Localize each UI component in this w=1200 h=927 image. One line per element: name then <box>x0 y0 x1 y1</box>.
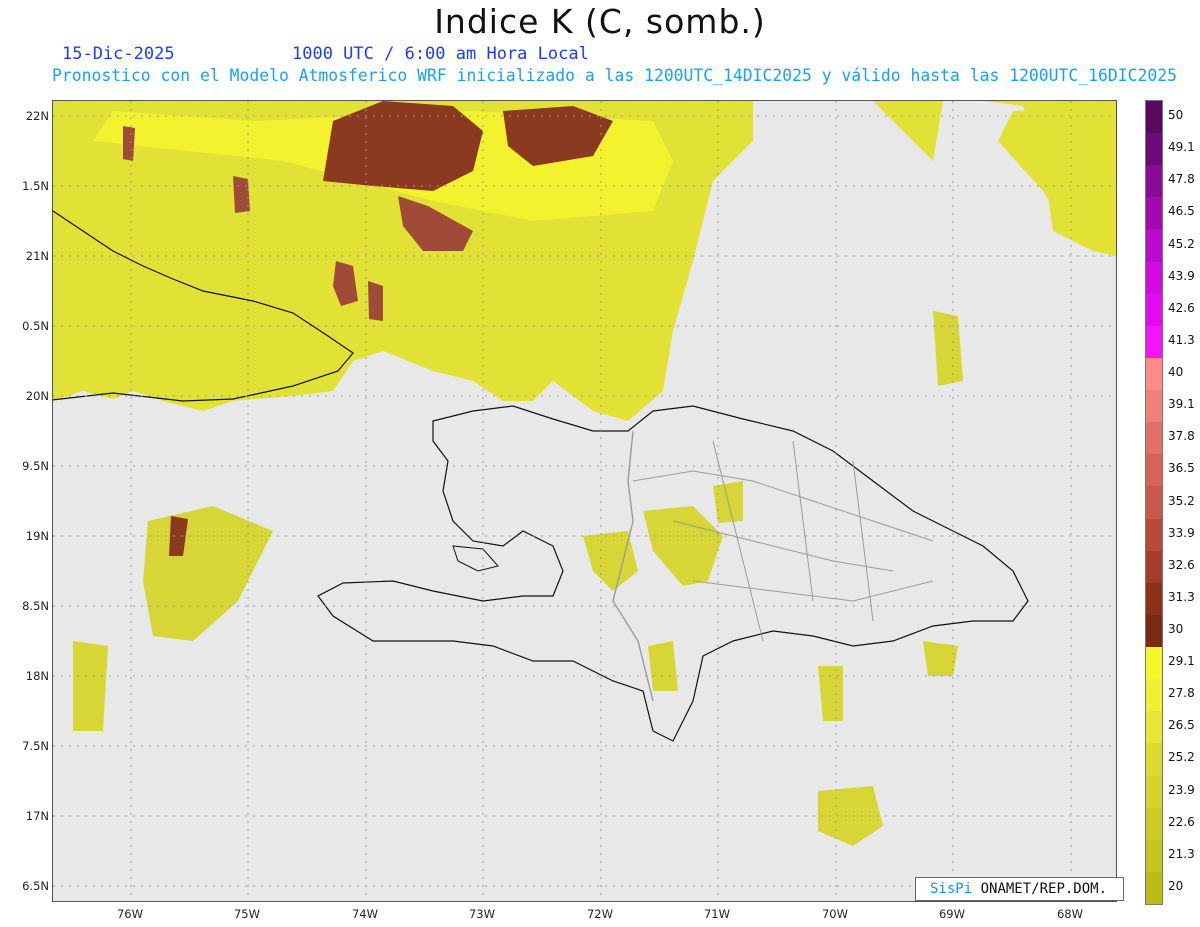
colorbar-segment <box>1146 390 1162 423</box>
k-index-field-sw <box>73 641 108 731</box>
lat-label: 0.5N <box>22 319 49 333</box>
colorbar-label: 21.3 <box>1168 846 1195 861</box>
lat-label: 21N <box>25 249 49 263</box>
colorbar-label: 45.2 <box>1168 236 1195 251</box>
map-title: Indice K (C, somb.) <box>434 2 766 41</box>
colorbar-label: 42.6 <box>1168 300 1195 315</box>
colorbar-segment <box>1146 101 1162 134</box>
lat-label: 20N <box>25 389 49 403</box>
lat-label: 1.5N <box>22 179 49 193</box>
map-field <box>53 101 1116 901</box>
lat-label: 8.5N <box>22 599 49 613</box>
colorbar-segment <box>1146 357 1162 391</box>
k-index-field-east-a <box>933 311 963 386</box>
colorbar-segment <box>1146 133 1162 166</box>
colorbar-label: 32.6 <box>1168 557 1195 572</box>
lon-label: 71W <box>703 907 730 921</box>
colorbar-segment <box>1146 261 1162 295</box>
forecast-description: Pronostico con el Modelo Atmosferico WRF… <box>52 66 1177 85</box>
lon-label: 72W <box>586 907 613 921</box>
colorbar-segment <box>1146 486 1162 520</box>
k-index-field-northeast <box>998 106 1116 256</box>
colorbar-label: 25.2 <box>1168 750 1195 765</box>
k-index-high-g <box>368 281 383 321</box>
colorbar-segment <box>1146 293 1162 327</box>
colorbar-label: 50 <box>1168 108 1184 123</box>
credit-brand: SisPi <box>930 881 973 897</box>
colorbar-label: 22.6 <box>1168 814 1195 829</box>
lon-label: 74W <box>351 907 378 921</box>
lon-label: 69W <box>938 907 965 921</box>
credit-box: SisPi ONAMET/REP.DOM. <box>915 877 1124 901</box>
colorbar-label: 20 <box>1168 878 1184 893</box>
lon-label: 75W <box>233 907 260 921</box>
colorbar-segment <box>1146 807 1162 841</box>
forecast-time: 1000 UTC / 6:00 am Hora Local <box>292 44 589 64</box>
map-canvas <box>52 100 1117 902</box>
colorbar-segment <box>1146 325 1162 359</box>
colorbar-segment <box>1146 871 1162 905</box>
colorbar-segment <box>1146 229 1162 263</box>
colorbar-segment <box>1146 614 1162 648</box>
colorbar-segment <box>1146 679 1162 712</box>
k-index-field-south-a <box>818 786 883 846</box>
lat-label: 22N <box>25 109 49 123</box>
colorbar-segment <box>1146 197 1162 230</box>
colorbar <box>1145 100 1163 905</box>
k-index-field-south-d <box>648 641 678 691</box>
lon-label: 76W <box>116 907 143 921</box>
colorbar-segment <box>1146 647 1162 680</box>
colorbar-label: 40 <box>1168 365 1184 380</box>
k-index-field-south-b <box>818 666 843 721</box>
forecast-date: 15-Dic-2025 <box>62 44 175 64</box>
colorbar-label: 33.9 <box>1168 525 1195 540</box>
colorbar-label: 41.3 <box>1168 332 1195 347</box>
k-index-high-f <box>123 126 135 161</box>
colorbar-segment <box>1146 775 1162 809</box>
colorbar-segment <box>1146 550 1162 584</box>
colorbar-segment <box>1146 422 1162 455</box>
colorbar-segment <box>1146 582 1162 616</box>
colorbar-label: 30 <box>1168 621 1184 636</box>
colorbar-label: 46.5 <box>1168 204 1195 219</box>
lat-label: 18N <box>25 669 49 683</box>
colorbar-segment <box>1146 165 1162 198</box>
colorbar-label: 31.3 <box>1168 589 1195 604</box>
k-index-field-haiti-b <box>643 506 723 586</box>
lon-label: 68W <box>1056 907 1083 921</box>
lat-label: 17N <box>25 809 49 823</box>
colorbar-label: 26.5 <box>1168 718 1195 733</box>
colorbar-segment <box>1146 518 1162 552</box>
colorbar-segment <box>1146 743 1162 776</box>
colorbar-label: 27.8 <box>1168 686 1195 701</box>
lat-label: 19N <box>25 529 49 543</box>
colorbar-label: 37.8 <box>1168 429 1195 444</box>
lat-label: 9.5N <box>22 459 49 473</box>
colorbar-label: 49.1 <box>1168 140 1195 155</box>
lat-label: 6.5N <box>22 879 49 893</box>
lon-label: 70W <box>821 907 848 921</box>
colorbar-label: 23.9 <box>1168 782 1195 797</box>
colorbar-label: 29.1 <box>1168 654 1195 669</box>
colorbar-segment <box>1146 454 1162 487</box>
k-index-field-west <box>143 506 273 641</box>
colorbar-label: 36.5 <box>1168 461 1195 476</box>
colorbar-label: 39.1 <box>1168 397 1195 412</box>
colorbar-segment <box>1146 839 1162 873</box>
colorbar-label: 47.8 <box>1168 172 1195 187</box>
k-index-high-e <box>233 176 250 213</box>
k-index-field-haiti-a <box>583 531 638 591</box>
lon-label: 73W <box>468 907 495 921</box>
colorbar-label: 35.2 <box>1168 493 1195 508</box>
colorbar-label: 43.9 <box>1168 268 1195 283</box>
lat-label: 7.5N <box>22 739 49 753</box>
credit-org: ONAMET/REP.DOM. <box>972 881 1108 897</box>
coastline-gonave <box>452 545 499 572</box>
colorbar-segment <box>1146 711 1162 744</box>
